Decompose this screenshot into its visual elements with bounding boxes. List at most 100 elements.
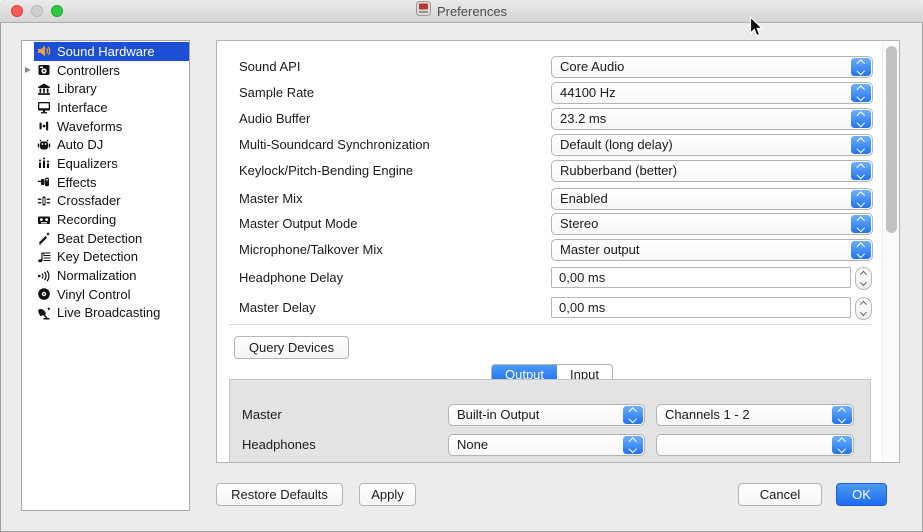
sidebar-item-label: Equalizers <box>57 156 118 171</box>
setting-row: Microphone/Talkover Mix Master output <box>217 239 899 261</box>
dropdown-arrows-icon <box>623 406 643 424</box>
headphone-delay-input[interactable]: 0,00 ms <box>551 267 851 288</box>
titlebar[interactable]: Preferences <box>0 0 923 23</box>
sidebar-item-key-detection[interactable]: Key Detection <box>22 248 189 267</box>
sidebar-item-effects[interactable]: Effects <box>22 173 189 192</box>
disclosure-triangle-icon[interactable]: ▶ <box>22 61 34 79</box>
sidebar-item-label: Waveforms <box>57 119 122 134</box>
dropdown-arrows-icon <box>851 84 871 102</box>
speaker-icon <box>36 44 51 59</box>
setting-label: Keylock/Pitch-Bending Engine <box>239 160 413 182</box>
library-icon <box>36 81 51 96</box>
controller-icon <box>36 63 51 78</box>
sidebar-item-recording[interactable]: Recording <box>22 210 189 229</box>
setting-row: Master Output Mode Stereo <box>217 213 899 235</box>
sidebar-item-label: Key Detection <box>57 249 138 264</box>
sound-api-dropdown[interactable]: Core Audio <box>551 56 873 78</box>
dropdown-arrows-icon <box>832 436 852 454</box>
sidebar-item-label: Interface <box>57 100 108 115</box>
sidebar-item-label: Recording <box>57 212 116 227</box>
sidebar-item-equalizers[interactable]: Equalizers <box>22 154 189 173</box>
setting-label: Master Delay <box>239 297 316 319</box>
dropdown-arrows-icon <box>851 136 871 154</box>
sample-rate-dropdown[interactable]: 44100 Hz <box>551 82 873 104</box>
device-label: Master <box>242 404 282 426</box>
sidebar-item-crossfader[interactable]: Crossfader <box>22 192 189 211</box>
scrollbar-thumb[interactable] <box>886 46 897 233</box>
sidebar-item-sound-hardware[interactable]: Sound Hardware <box>22 42 189 61</box>
ok-button[interactable]: OK <box>836 483 887 506</box>
vinyl-icon <box>36 287 51 302</box>
sidebar-item-normalization[interactable]: Normalization <box>22 266 189 285</box>
keylock-engine-dropdown[interactable]: Rubberband (better) <box>551 160 873 182</box>
sidebar-item-interface[interactable]: Interface <box>22 98 189 117</box>
sound-hardware-panel: Sound API Core Audio Sample Rate 44100 H… <box>216 40 900 463</box>
multi-soundcard-sync-dropdown[interactable]: Default (long delay) <box>551 134 873 156</box>
output-devices-pane: Master Built-in Output Channels 1 - 2 He… <box>229 379 871 463</box>
dropdown-arrows-icon <box>851 58 871 76</box>
device-row: Headphones None <box>230 434 870 456</box>
master-delay-stepper[interactable] <box>855 297 872 320</box>
waveform-icon <box>36 119 51 134</box>
headphone-delay-stepper[interactable] <box>855 267 872 290</box>
master-channels-dropdown[interactable]: Channels 1 - 2 <box>656 404 854 426</box>
window-title-area: Preferences <box>0 0 923 22</box>
dropdown-arrows-icon <box>851 110 871 128</box>
apply-button[interactable]: Apply <box>359 483 416 506</box>
dropdown-arrows-icon <box>851 215 871 233</box>
music-note-icon <box>36 249 51 264</box>
sidebar-item-library[interactable]: Library <box>22 79 189 98</box>
equalizer-icon <box>36 156 51 171</box>
restore-defaults-button[interactable]: Restore Defaults <box>216 483 343 506</box>
device-row: Master Built-in Output Channels 1 - 2 <box>230 404 870 426</box>
headphones-channels-dropdown[interactable] <box>656 434 854 456</box>
device-label: Headphones <box>242 434 316 456</box>
dropdown-arrows-icon <box>623 436 643 454</box>
setting-label: Audio Buffer <box>239 108 310 130</box>
headphones-device-dropdown[interactable]: None <box>448 434 645 456</box>
window-title: Preferences <box>437 4 507 19</box>
setting-label: Headphone Delay <box>239 267 343 289</box>
sidebar-item-vinyl-control[interactable]: Vinyl Control <box>22 285 189 304</box>
dropdown-arrows-icon <box>851 241 871 259</box>
sidebar-item-label: Crossfader <box>57 193 121 208</box>
cassette-icon <box>36 212 51 227</box>
monitor-icon <box>36 100 51 115</box>
cancel-button[interactable]: Cancel <box>738 483 822 506</box>
setting-row: Audio Buffer 23.2 ms <box>217 108 899 130</box>
audio-buffer-dropdown[interactable]: 23.2 ms <box>551 108 873 130</box>
setting-row: Master Delay 0,00 ms <box>217 297 899 319</box>
sidebar-item-label: Sound Hardware <box>57 44 155 59</box>
plug-icon <box>36 175 51 190</box>
sidebar-item-controllers[interactable]: ▶ Controllers <box>22 61 189 80</box>
master-mix-dropdown[interactable]: Enabled <box>551 188 873 210</box>
master-output-mode-dropdown[interactable]: Stereo <box>551 213 873 235</box>
sidebar-item-beat-detection[interactable]: Beat Detection <box>22 229 189 248</box>
preferences-icon <box>416 1 431 21</box>
talkover-mix-dropdown[interactable]: Master output <box>551 239 873 261</box>
dropdown-arrows-icon <box>851 162 871 180</box>
sound-waves-icon <box>36 268 51 283</box>
preferences-window: Preferences Sound Hardware ▶ Controllers… <box>0 0 923 532</box>
setting-label: Multi-Soundcard Synchronization <box>239 134 430 156</box>
sidebar: Sound Hardware ▶ Controllers Library Int… <box>21 40 190 511</box>
sidebar-item-label: Vinyl Control <box>57 287 130 302</box>
sidebar-item-live-broadcasting[interactable]: Live Broadcasting <box>22 304 189 323</box>
master-device-dropdown[interactable]: Built-in Output <box>448 404 645 426</box>
query-devices-button[interactable]: Query Devices <box>234 336 349 359</box>
sidebar-item-label: Beat Detection <box>57 231 142 246</box>
sidebar-item-label: Effects <box>57 175 97 190</box>
master-delay-input[interactable]: 0,00 ms <box>551 297 851 318</box>
setting-row: Sample Rate 44100 Hz <box>217 82 899 104</box>
sidebar-item-waveforms[interactable]: Waveforms <box>22 117 189 136</box>
dropdown-arrows-icon <box>832 406 852 424</box>
setting-row: Multi-Soundcard Synchronization Default … <box>217 134 899 156</box>
sidebar-item-auto-dj[interactable]: Auto DJ <box>22 135 189 154</box>
setting-label: Microphone/Talkover Mix <box>239 239 383 261</box>
setting-label: Sound API <box>239 56 300 78</box>
sidebar-item-label: Normalization <box>57 268 136 283</box>
section-divider <box>229 324 871 325</box>
sidebar-item-label: Auto DJ <box>57 137 103 152</box>
setting-row: Master Mix Enabled <box>217 188 899 210</box>
scrollbar-track[interactable] <box>882 41 899 462</box>
